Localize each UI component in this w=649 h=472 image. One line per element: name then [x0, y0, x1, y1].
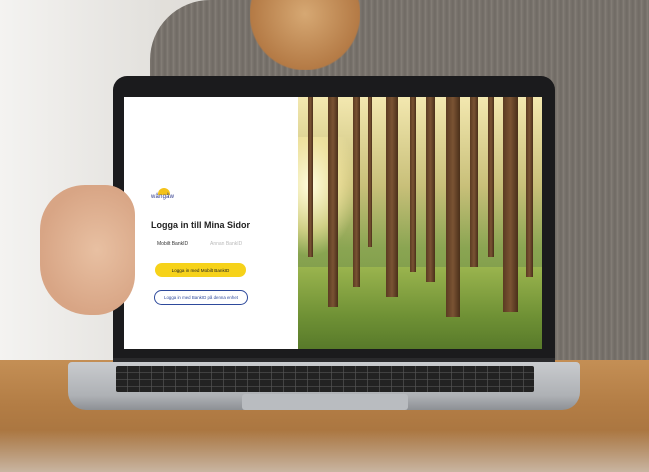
tree-trunk [526, 97, 533, 277]
tree-trunk [503, 97, 518, 312]
laptop-screen: wångåw Logga in till Mina Sidor Mobilt B… [124, 97, 542, 349]
person-hair [250, 0, 360, 70]
tree-trunk [328, 97, 338, 307]
tree-trunk [470, 97, 478, 267]
laptop-trackpad [242, 394, 408, 410]
tree-trunk [368, 97, 372, 247]
tree-trunk [386, 97, 398, 297]
tree-trunk [353, 97, 360, 287]
tree-trunk [488, 97, 494, 257]
page-title: Logga in till Mina Sidor [151, 220, 250, 230]
tab-annan-bankid[interactable]: Annan BankID [210, 241, 242, 247]
login-mobile-bankid-button[interactable]: Logga in med Mobilt BankID [155, 263, 246, 277]
forest-photo [298, 97, 542, 349]
tree-trunk [446, 97, 460, 317]
tree-trunk [426, 97, 435, 282]
tree-trunk [410, 97, 416, 272]
person-hand [40, 185, 135, 315]
tab-mobilt-bankid[interactable]: Mobilt BankID [157, 241, 188, 247]
login-bankid-this-device-button[interactable]: Logga in med BankID på denna enhet [154, 290, 248, 305]
login-panel: wångåw Logga in till Mina Sidor Mobilt B… [124, 97, 298, 349]
tree-trunk [308, 97, 313, 257]
brand-logo: wångåw [151, 194, 175, 200]
keyboard-rows [116, 366, 534, 392]
table-reflection [0, 430, 649, 472]
